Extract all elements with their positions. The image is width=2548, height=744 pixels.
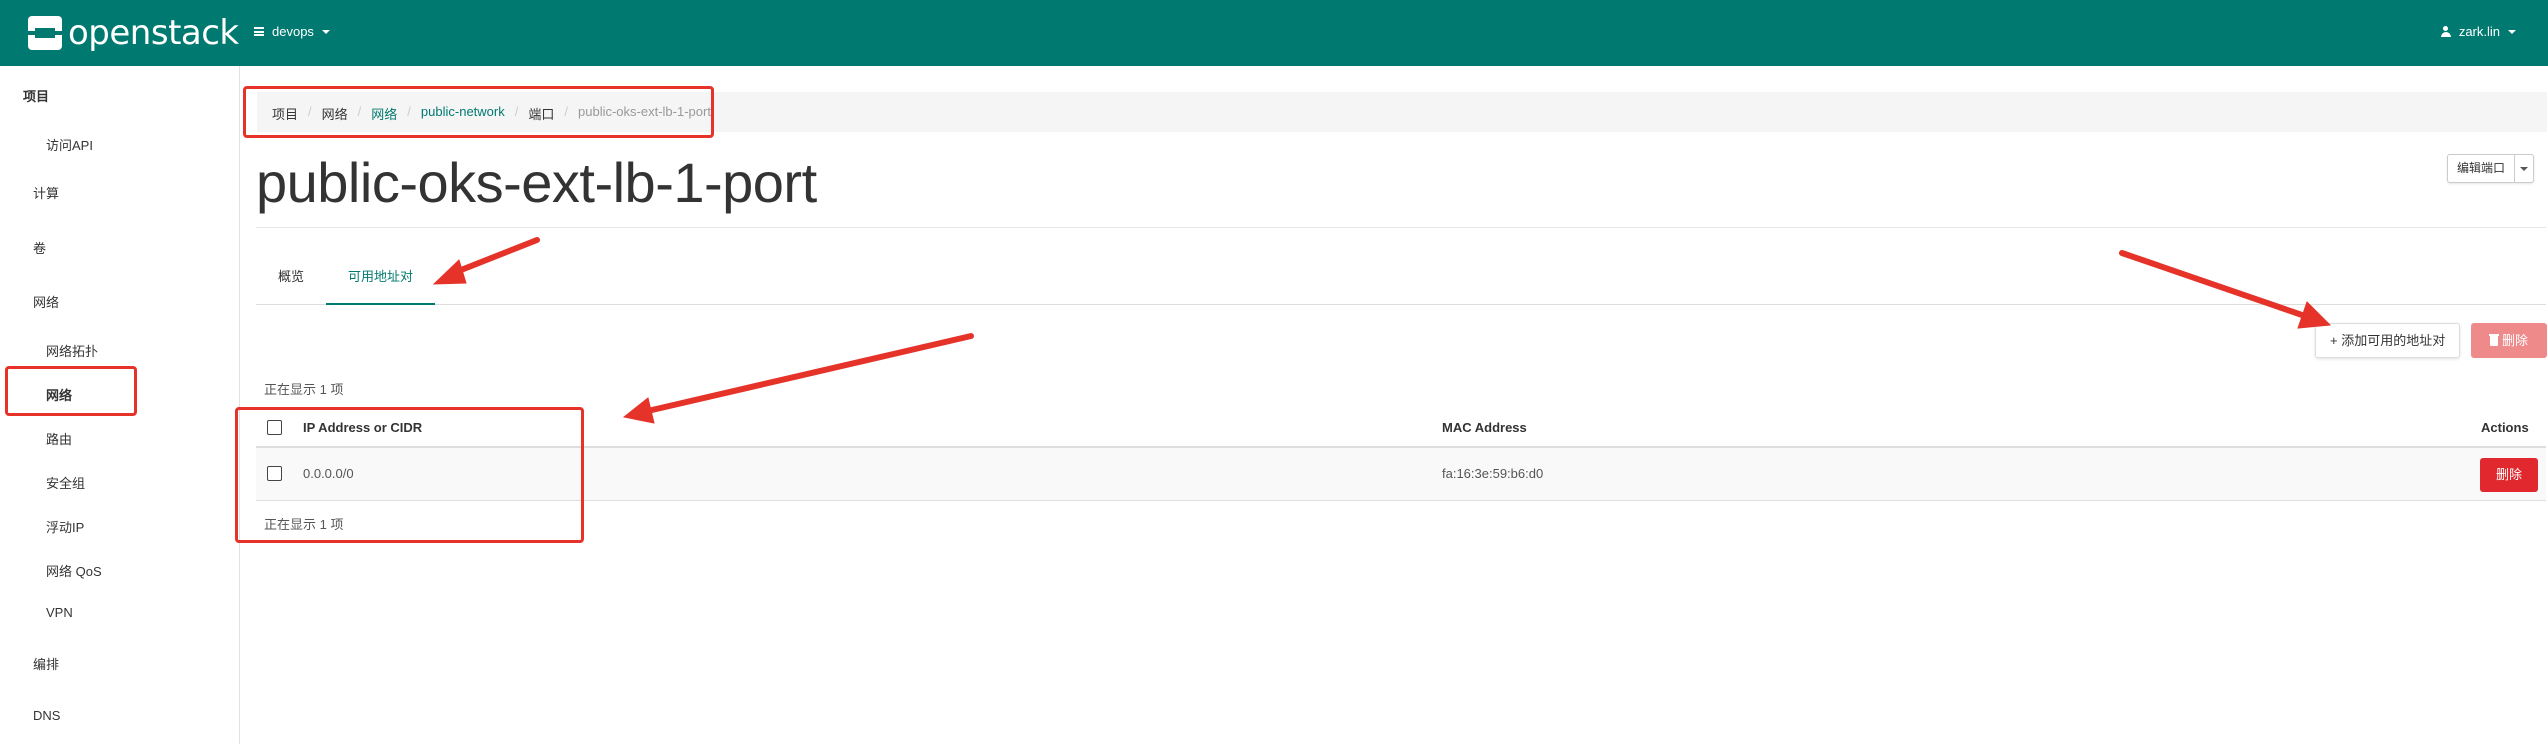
annotation-arrows: [432, 237, 2332, 424]
arrow-to-table-head: [622, 397, 655, 424]
arrow-to-tab-line: [453, 237, 540, 275]
arrow-to-tab-head: [432, 259, 467, 285]
arrow-to-add-button-head: [2297, 301, 2332, 329]
arrow-to-add-button-line: [2119, 250, 2305, 318]
arrow-to-table-line: [649, 333, 974, 413]
